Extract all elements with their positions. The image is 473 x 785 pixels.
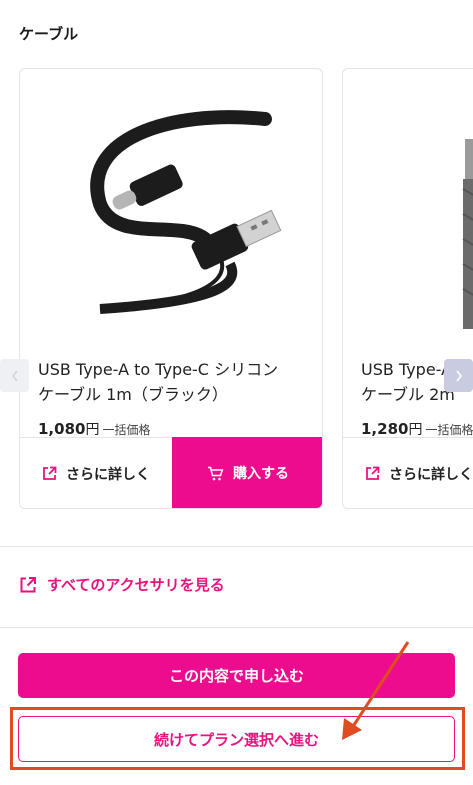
more-details-button[interactable]: さらに詳しく [343, 437, 473, 508]
external-link-icon [43, 466, 57, 480]
product-price: 1,280円 一括価格 [361, 420, 473, 438]
all-accessories-link[interactable]: すべてのアクセサリを見る [19, 574, 225, 595]
external-link-icon [20, 576, 36, 592]
chevron-left-icon [11, 370, 18, 381]
product-actions: さらに詳しく 購入する [20, 437, 322, 508]
buy-button[interactable]: 購入する [172, 437, 322, 508]
product-carousel: USB Type-A to Type-C シリコン ケーブル 1m（ブラック） … [0, 68, 473, 510]
divider [0, 546, 473, 547]
cart-icon [208, 466, 224, 480]
product-price: 1,080円 一括価格 [38, 420, 151, 438]
product-card: USB Type-A to Type-C シリコン ケーブル 1m（ブラック） … [19, 68, 323, 509]
section-title: ケーブル [19, 25, 79, 43]
product-name: USB Type-A to Type-C シリコン ケーブル 1m（ブラック） [38, 360, 279, 404]
carousel-prev-button[interactable] [0, 359, 29, 392]
carousel-next-button[interactable] [444, 359, 473, 392]
external-link-icon [366, 466, 380, 480]
more-details-button[interactable]: さらに詳しく [20, 437, 172, 508]
product-card: USB Type-A to ケーブル 2m 1,280円一括価格 さらに詳しく [342, 68, 473, 509]
annotation-arrow [342, 641, 410, 740]
chevron-right-icon [455, 370, 462, 381]
product-actions: さらに詳しく [343, 437, 473, 508]
product-image[interactable] [343, 69, 473, 339]
product-image[interactable] [20, 69, 322, 339]
divider [0, 627, 473, 628]
